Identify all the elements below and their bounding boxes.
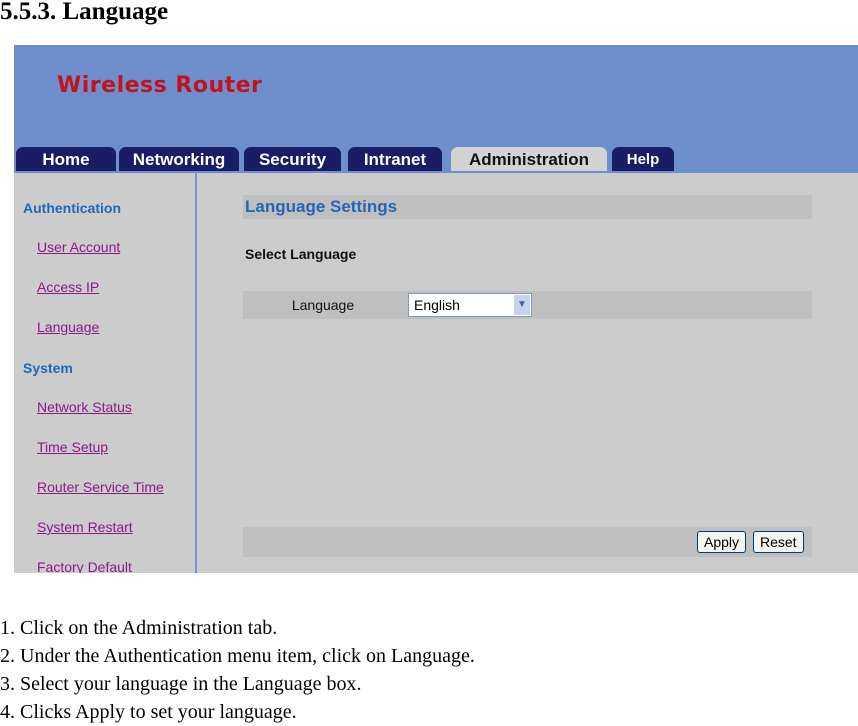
sidebar-item-access-ip[interactable]: Access IP (37, 279, 99, 295)
language-select-value: English (414, 297, 460, 313)
sidebar-divider (195, 173, 197, 573)
router-content-area: Authentication User Account Access IP La… (14, 173, 858, 573)
tab-administration[interactable]: Administration (451, 147, 607, 171)
tab-help[interactable]: Help (612, 147, 674, 171)
sidebar-item-time-setup[interactable]: Time Setup (37, 439, 108, 455)
page-title: Language Settings (245, 197, 398, 216)
reset-button[interactable]: Reset (753, 531, 804, 553)
language-select[interactable]: English ▼ (408, 293, 532, 317)
select-language-heading: Select Language (245, 246, 357, 262)
document-heading: 5.5.3. Language (0, 0, 169, 25)
sidebar-section-system: System (23, 360, 73, 376)
sidebar-item-router-service-time[interactable]: Router Service Time (37, 479, 164, 495)
router-screenshot: Wireless Router Home Networking Security… (14, 45, 858, 573)
instruction-step: 2. Under the Authentication menu item, c… (0, 645, 475, 667)
action-bar: Apply Reset (243, 527, 812, 557)
sidebar-item-user-account[interactable]: User Account (37, 239, 120, 255)
instruction-step: 3. Select your language in the Language … (0, 673, 362, 695)
tab-networking[interactable]: Networking (119, 147, 239, 171)
chevron-down-icon[interactable]: ▼ (514, 295, 530, 315)
tab-intranet[interactable]: Intranet (348, 147, 442, 171)
instruction-step: 1. Click on the Administration tab. (0, 617, 278, 639)
sidebar-section-authentication: Authentication (23, 200, 121, 216)
sidebar: Authentication User Account Access IP La… (14, 173, 196, 573)
instruction-steps: 1. Click on the Administration tab. 2. U… (0, 614, 475, 726)
section-header-bar: Language Settings (243, 195, 812, 219)
sidebar-item-factory-default[interactable]: Factory Default (37, 559, 132, 573)
sidebar-item-system-restart[interactable]: System Restart (37, 519, 133, 535)
router-brand-logo: Wireless Router (57, 73, 263, 98)
sidebar-item-language[interactable]: Language (37, 319, 99, 335)
language-field-label: Language (291, 297, 355, 313)
sidebar-item-network-status[interactable]: Network Status (37, 399, 132, 415)
tab-security[interactable]: Security (244, 147, 341, 171)
apply-button[interactable]: Apply (697, 531, 747, 553)
tab-home[interactable]: Home (16, 147, 116, 171)
router-banner: Wireless Router Home Networking Security… (14, 45, 858, 173)
language-form-row: Language English ▼ (243, 291, 812, 319)
